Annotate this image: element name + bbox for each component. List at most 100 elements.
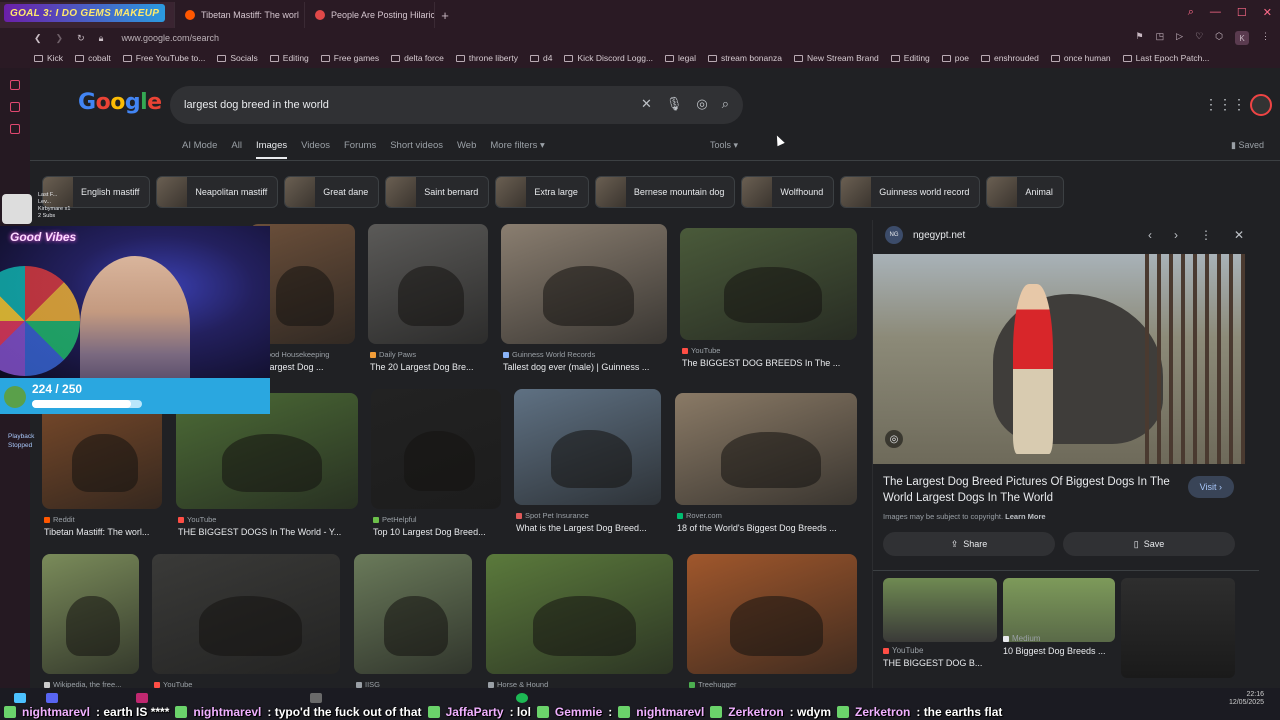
result-title[interactable]: The BIGGEST DOG BREEDS In The ... — [682, 358, 869, 368]
result-image[interactable] — [152, 554, 340, 674]
rail-messages-icon[interactable] — [10, 102, 20, 112]
result-source[interactable]: Horse & Hound — [488, 680, 548, 688]
search-icon[interactable]: ⌕ — [722, 96, 729, 112]
related-title-1[interactable]: 10 Biggest Dog Breeds ... — [1003, 646, 1106, 656]
close-panel-icon[interactable]: ✕ — [1234, 228, 1244, 242]
result-image[interactable] — [680, 228, 857, 340]
result-source[interactable]: IISG — [356, 680, 380, 688]
result-source[interactable]: YouTube — [178, 515, 216, 524]
tab-forums[interactable]: Forums — [344, 140, 376, 159]
bookmark-item[interactable]: enshrouded — [980, 53, 1039, 63]
result-image[interactable] — [368, 224, 488, 344]
apps-grid-icon[interactable]: ⋮⋮⋮ — [1204, 96, 1246, 113]
result-image[interactable] — [514, 389, 661, 505]
mic-icon[interactable]: 🎙︎ — [666, 96, 683, 112]
play-icon[interactable]: ▷ — [1176, 31, 1183, 45]
refine-chip[interactable]: Neapolitan mastiff — [156, 176, 279, 208]
tab-videos[interactable]: Videos — [301, 140, 330, 159]
rail-history-icon[interactable] — [10, 80, 20, 90]
profile-avatar[interactable]: K — [1235, 31, 1249, 45]
extensions-icon[interactable]: ⬡ — [1215, 31, 1223, 45]
panel-title[interactable]: The Largest Dog Breed Pictures Of Bigges… — [883, 474, 1173, 506]
result-image[interactable] — [42, 554, 139, 674]
preview-image[interactable]: ◎ — [873, 254, 1245, 464]
screenshot-icon[interactable]: ◳ — [1156, 31, 1165, 45]
refine-chip[interactable]: Great dane — [284, 176, 380, 208]
bookmark-item[interactable]: Kick Discord Logg... — [564, 53, 653, 63]
saved-button[interactable]: ▮ Saved — [1231, 140, 1264, 151]
result-title[interactable]: THE BIGGEST DOGS In The World - Y... — [178, 527, 370, 537]
lens-icon[interactable]: ◎ — [696, 96, 707, 112]
forward-icon[interactable]: ❯ — [56, 33, 64, 44]
spotify-icon[interactable] — [516, 693, 528, 703]
tab-more-filters[interactable]: More filters ▾ — [490, 140, 544, 159]
share-button[interactable]: ⇪ Share — [883, 532, 1055, 556]
bookmark-item[interactable]: Editing — [890, 53, 930, 63]
new-tab-button[interactable]: + — [435, 2, 455, 28]
tab-short-videos[interactable]: Short videos — [390, 140, 443, 159]
result-source[interactable]: PetHelpful — [373, 515, 417, 524]
related-image-0[interactable] — [883, 578, 997, 642]
search-tabs-icon[interactable]: ⌕ — [1188, 6, 1194, 19]
start-icon[interactable] — [14, 693, 26, 703]
bookmark-item[interactable]: poe — [941, 53, 969, 63]
obs-icon[interactable] — [310, 693, 322, 703]
back-icon[interactable]: ❮ — [34, 33, 42, 44]
bookmark-icon[interactable]: ⚑ — [1136, 31, 1144, 45]
learn-more-link[interactable]: Learn More — [1005, 512, 1045, 521]
result-title[interactable]: Tibetan Mastiff: The worl... — [44, 527, 174, 537]
browser-icon[interactable] — [136, 693, 148, 703]
account-avatar[interactable] — [1250, 94, 1272, 116]
result-source[interactable]: Treehugger — [689, 680, 737, 688]
bookmark-item[interactable]: Socials — [217, 53, 258, 63]
search-input[interactable]: largest dog breed in the world ✕ 🎙︎ ◎ ⌕ — [170, 86, 743, 124]
bookmark-item[interactable]: throne liberty — [455, 53, 518, 63]
result-image[interactable] — [501, 224, 667, 344]
bookmark-item[interactable]: d4 — [529, 53, 552, 63]
bookmark-item[interactable]: delta force — [391, 53, 444, 63]
bookmark-item[interactable]: legal — [665, 53, 696, 63]
close-window-icon[interactable]: ✕ — [1263, 6, 1272, 19]
heart-icon[interactable]: ♡ — [1195, 31, 1203, 45]
refine-chip[interactable]: Bernese mountain dog — [594, 176, 736, 208]
related-image-1[interactable] — [1003, 578, 1115, 642]
more-options-icon[interactable]: ⋮ — [1200, 228, 1212, 242]
result-title[interactable]: The 20 Largest Dog Bre... — [370, 362, 500, 372]
bookmark-item[interactable]: cobalt — [75, 53, 111, 63]
maximize-icon[interactable]: ☐ — [1237, 6, 1247, 19]
refine-chip[interactable]: Animal — [986, 176, 1064, 208]
bookmark-item[interactable]: New Stream Brand — [793, 53, 879, 63]
bookmark-item[interactable]: once human — [1050, 53, 1111, 63]
bookmark-item[interactable]: Last Epoch Patch... — [1122, 53, 1209, 63]
tab-ai-mode[interactable]: AI Mode — [182, 140, 217, 159]
result-source[interactable]: Spot Pet Insurance — [516, 511, 589, 520]
related-title-0[interactable]: THE BIGGEST DOG B... — [883, 658, 982, 668]
related-image-2[interactable] — [1121, 578, 1235, 678]
result-image[interactable] — [486, 554, 673, 674]
visit-button[interactable]: Visit › — [1187, 476, 1234, 498]
tab-images[interactable]: Images — [255, 140, 288, 159]
result-source[interactable]: Wikipedia, the free... — [44, 680, 121, 688]
lens-search-icon[interactable]: ◎ — [885, 430, 903, 448]
result-title[interactable]: 18 of the World's Biggest Dog Breeds ... — [677, 523, 869, 533]
rail-mail-icon[interactable] — [10, 124, 20, 134]
result-title[interactable]: What is the Largest Dog Breed... — [516, 523, 673, 533]
bookmark-item[interactable]: Kick — [34, 53, 63, 63]
result-image[interactable] — [354, 554, 472, 674]
refine-chip[interactable]: Wolfhound — [741, 176, 835, 208]
result-image[interactable] — [371, 389, 501, 509]
tools-button[interactable]: Tools ▾ — [710, 140, 738, 151]
tab-all[interactable]: All — [231, 140, 242, 159]
google-logo[interactable]: Google — [78, 90, 162, 115]
save-button[interactable]: ▯ Save — [1063, 532, 1235, 556]
result-source[interactable]: Rover.com — [677, 511, 722, 520]
bookmark-item[interactable]: stream bonanza — [708, 53, 782, 63]
result-image[interactable] — [687, 554, 857, 674]
panel-site-name[interactable]: ngegypt.net — [913, 230, 965, 241]
bookmark-item[interactable]: Free games — [320, 53, 379, 63]
bookmark-item[interactable]: Editing — [269, 53, 309, 63]
result-source[interactable]: YouTube — [154, 680, 192, 688]
refine-chip[interactable]: Extra large — [495, 176, 589, 208]
reload-icon[interactable]: ↻ — [77, 33, 85, 44]
refine-chip[interactable]: Guinness world record — [840, 176, 981, 208]
